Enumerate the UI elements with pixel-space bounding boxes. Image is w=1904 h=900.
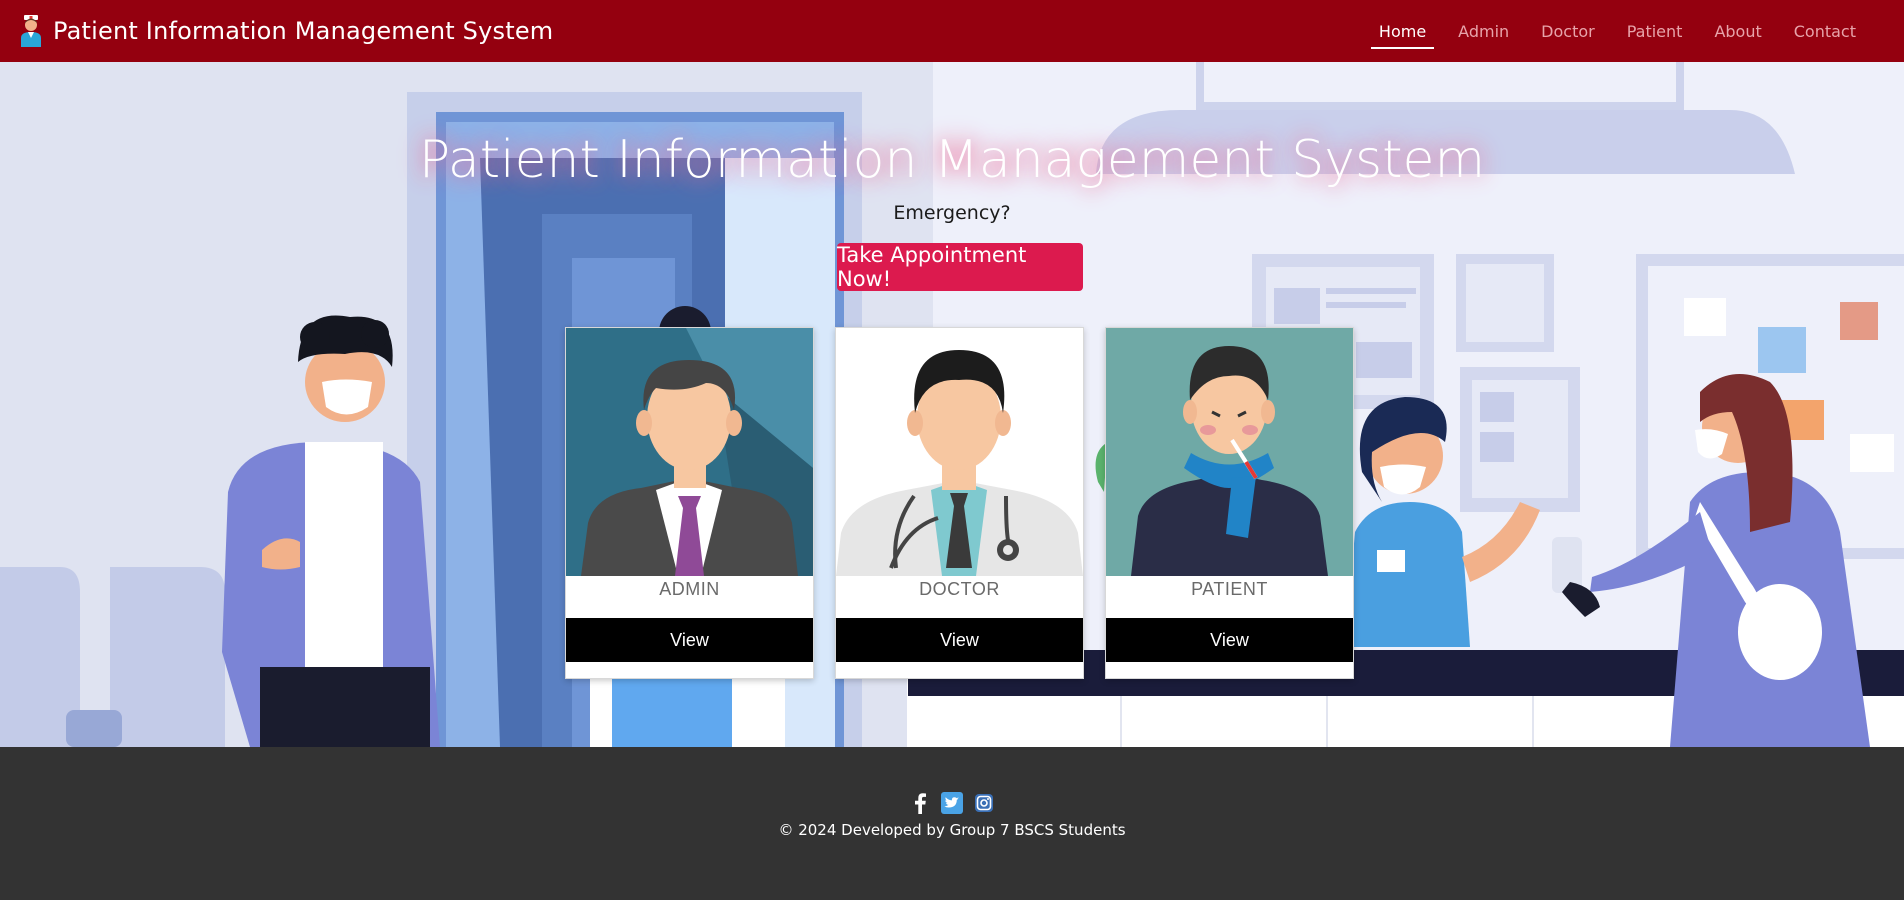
take-appointment-button[interactable]: Take Appointment Now! xyxy=(837,243,1083,291)
nav-link-home[interactable]: Home xyxy=(1370,16,1435,49)
doctor-avatar-icon xyxy=(836,328,1083,576)
brand-title: Patient Information Management System xyxy=(53,17,554,45)
instagram-icon[interactable] xyxy=(973,792,995,814)
admin-card-label: ADMIN xyxy=(659,579,720,599)
admin-view-button[interactable]: View xyxy=(566,618,813,662)
nav-menu: Home Admin Doctor Patient About Contact xyxy=(1355,0,1864,62)
patient-card-label: PATIENT xyxy=(1191,579,1268,599)
patient-view-button[interactable]: View xyxy=(1106,618,1353,662)
nav-link-about[interactable]: About xyxy=(1706,16,1769,47)
navbar: Patient Information Management System Ho… xyxy=(0,0,1904,62)
nav-link-contact[interactable]: Contact xyxy=(1786,16,1864,47)
admin-avatar-icon xyxy=(566,328,813,576)
admin-card: ADMIN View xyxy=(565,327,814,679)
facebook-icon[interactable] xyxy=(909,792,931,814)
doctor-view-button[interactable]: View xyxy=(836,618,1083,662)
footer: © 2024 Developed by Group 7 BSCS Student… xyxy=(0,747,1904,900)
copyright-text: © 2024 Developed by Group 7 BSCS Student… xyxy=(778,821,1126,839)
doctor-card-label: DOCTOR xyxy=(919,579,1000,599)
social-links xyxy=(0,792,1904,814)
nav-link-admin[interactable]: Admin xyxy=(1450,16,1517,47)
nav-link-patient[interactable]: Patient xyxy=(1619,16,1691,47)
twitter-icon[interactable] xyxy=(941,792,963,814)
hero-section: Patient Information Management System Em… xyxy=(0,62,1904,747)
doctor-card: DOCTOR View xyxy=(835,327,1084,679)
brand[interactable]: Patient Information Management System xyxy=(18,14,553,48)
nav-link-doctor[interactable]: Doctor xyxy=(1533,16,1603,47)
patient-avatar-icon xyxy=(1106,328,1353,576)
patient-card: PATIENT View xyxy=(1105,327,1354,679)
nurse-icon xyxy=(18,14,44,48)
hero-title: Patient Information Management System xyxy=(418,130,1486,190)
emergency-text: Emergency? xyxy=(893,202,1011,224)
